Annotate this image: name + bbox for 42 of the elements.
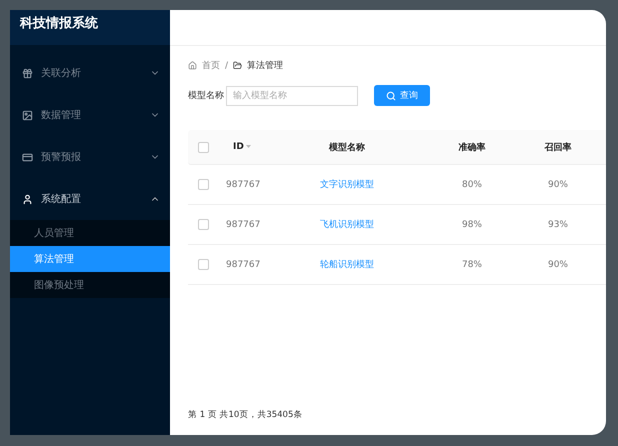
pagination-info: 第 1 页 共10页，共35405条 (188, 409, 304, 421)
model-link[interactable]: 轮船识别模型 (320, 258, 374, 271)
menu-item[interactable]: 图像预处理 (10, 272, 170, 298)
image-icon (22, 110, 33, 120)
breadcrumb-separator: / (225, 60, 228, 70)
table-cell: 98% (462, 220, 482, 230)
menu-group[interactable]: 预警预报 (10, 136, 170, 178)
field-label: 模型名称 (188, 90, 224, 102)
folder-icon (233, 61, 242, 70)
search-icon (386, 90, 396, 100)
menu-group[interactable]: 系统配置 (10, 178, 170, 220)
column-header: 召回率 (544, 141, 572, 154)
menu-group[interactable]: 数据管理 (10, 94, 170, 136)
model-name-field[interactable]: 输入模型名称 (226, 86, 358, 106)
gift-icon (22, 68, 33, 78)
menu-item[interactable]: 算法管理 (10, 246, 170, 272)
menu-item[interactable]: 人员管理 (10, 220, 170, 246)
table-cell: 90% (548, 180, 568, 190)
credit-card-icon (22, 152, 33, 162)
checkbox[interactable] (198, 179, 209, 190)
table-cell: 987767 (226, 260, 260, 270)
table-cell: 80% (462, 180, 482, 190)
checkbox[interactable] (198, 259, 209, 270)
table-cell: 90% (548, 260, 568, 270)
model-link[interactable]: 飞机识别模型 (320, 218, 374, 231)
menu-group[interactable]: 关联分析 (10, 52, 170, 94)
sort-icon (246, 145, 251, 149)
table-cell: 78% (462, 260, 482, 270)
breadcrumb-link[interactable]: 首页 (202, 59, 220, 72)
checkbox[interactable] (198, 142, 209, 152)
query-button[interactable]: 查询 (374, 85, 430, 106)
column-header[interactable]: ID (233, 142, 251, 152)
app-title: 科技情报系统 (20, 14, 98, 32)
table-cell: 987767 (226, 220, 260, 230)
model-link[interactable]: 文字识别模型 (320, 178, 374, 191)
column-header: 模型名称 (329, 142, 365, 154)
user-icon (22, 194, 33, 204)
column-header: 准确率 (458, 141, 486, 154)
table-cell: 93% (548, 220, 568, 230)
home-icon (188, 61, 197, 70)
checkbox[interactable] (198, 219, 209, 230)
table-cell: 987767 (226, 180, 260, 190)
